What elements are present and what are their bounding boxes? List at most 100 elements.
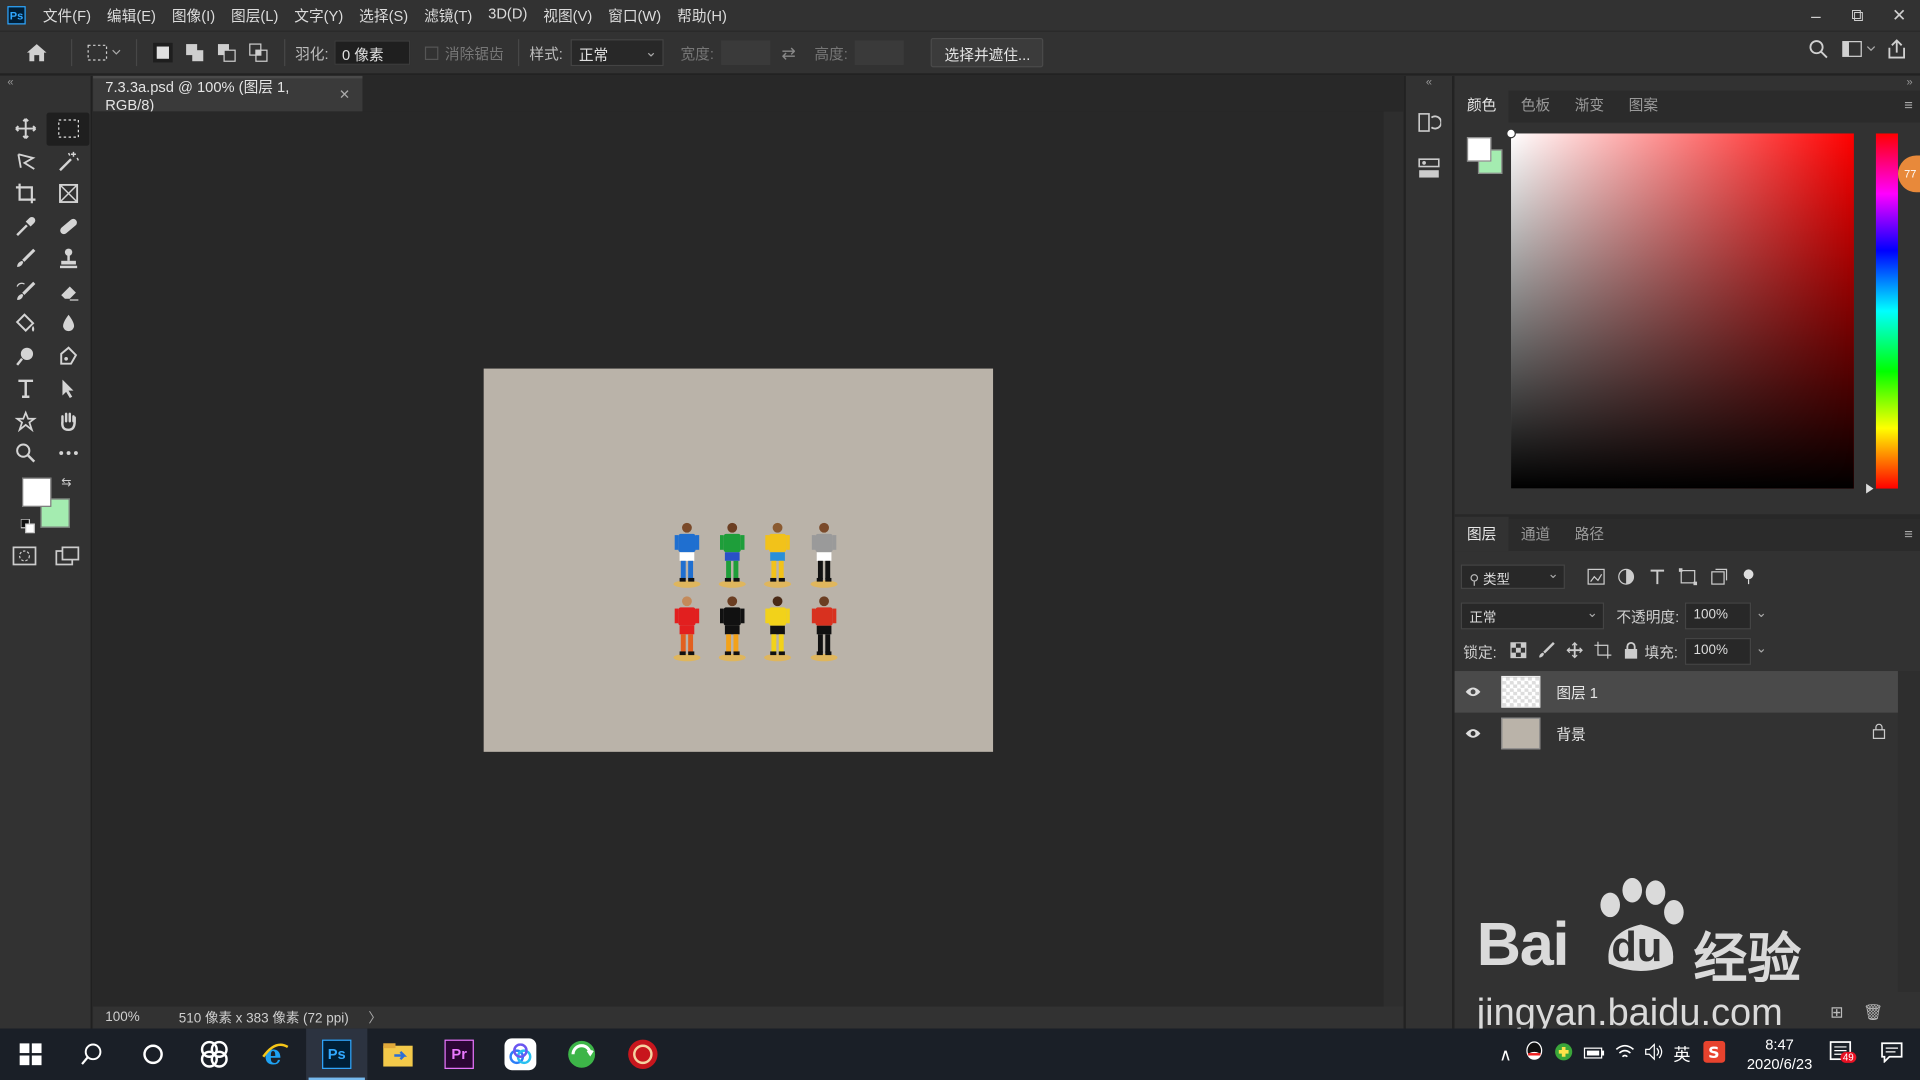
style-select[interactable]: 正常 ⌄ xyxy=(570,39,664,67)
shape-layer-filter-icon[interactable] xyxy=(1678,568,1698,586)
lock-all-icon[interactable] xyxy=(1622,641,1639,659)
eraser-tool-icon[interactable] xyxy=(47,275,90,307)
tab-channels[interactable]: 通道 xyxy=(1509,517,1563,551)
vertical-scrollbar[interactable] xyxy=(1383,111,1404,1029)
color-picker-field[interactable] xyxy=(1506,128,1854,489)
green-app-icon[interactable] xyxy=(551,1029,612,1080)
color-panel-foreground-swatch[interactable] xyxy=(1466,137,1492,162)
frame-tool-icon[interactable] xyxy=(47,178,90,210)
close-button[interactable]: ✕ xyxy=(1878,0,1920,31)
menu-image[interactable]: 图像(I) xyxy=(172,5,215,26)
cortana-icon[interactable] xyxy=(122,1029,183,1080)
quick-mask-icon[interactable] xyxy=(12,546,37,570)
visibility-eye-icon[interactable] xyxy=(1455,727,1492,739)
document-tab[interactable]: 7.3.3a.psd @ 100% (图层 1, RGB/8) ✕ xyxy=(93,75,363,114)
document-canvas[interactable] xyxy=(483,368,994,752)
lock-artboard-icon[interactable] xyxy=(1594,641,1612,659)
app-pinwheel-icon[interactable] xyxy=(184,1029,245,1080)
blur-tool-icon[interactable] xyxy=(47,307,90,339)
brush-tool-icon[interactable] xyxy=(4,242,47,274)
dodge-tool-icon[interactable] xyxy=(4,340,47,372)
close-tab-icon[interactable]: ✕ xyxy=(339,87,350,103)
menu-layer[interactable]: 图层(L) xyxy=(231,5,278,26)
layer-row[interactable]: 图层 1 xyxy=(1454,671,1898,713)
cloud-app-icon[interactable] xyxy=(490,1029,551,1080)
panel-menu-icon[interactable]: ≡ xyxy=(1904,97,1913,114)
lock-position-icon[interactable] xyxy=(1566,641,1583,659)
path-selection-tool-icon[interactable] xyxy=(47,372,90,404)
shape-tool-icon[interactable] xyxy=(4,405,47,437)
layer-name[interactable]: 背景 xyxy=(1556,723,1585,744)
clone-stamp-tool-icon[interactable] xyxy=(47,242,90,274)
tab-gradients[interactable]: 渐变 xyxy=(1562,88,1616,122)
move-tool-icon[interactable] xyxy=(4,113,47,145)
volume-icon[interactable] xyxy=(1644,1043,1664,1065)
collapse-tools-icon[interactable]: « xyxy=(0,76,91,91)
file-explorer-icon[interactable] xyxy=(367,1029,428,1080)
menu-edit[interactable]: 编辑(E) xyxy=(107,5,156,26)
share-icon[interactable] xyxy=(1881,39,1913,59)
search-icon[interactable] xyxy=(1800,39,1837,59)
action-center-icon[interactable] xyxy=(1881,1041,1903,1068)
filter-toggle-icon[interactable] xyxy=(1740,568,1758,585)
qq-icon[interactable] xyxy=(1524,1041,1544,1068)
show-hidden-icons[interactable]: ∧ xyxy=(1499,1044,1512,1065)
fill-input[interactable]: 100% ⌄ xyxy=(1684,637,1767,665)
menu-help[interactable]: 帮助(H) xyxy=(677,5,727,26)
new-selection-icon[interactable] xyxy=(153,42,173,63)
premiere-taskbar-icon[interactable]: Pr xyxy=(429,1029,490,1080)
zoom-level[interactable]: 100% xyxy=(105,1010,166,1025)
input-method-indicator[interactable]: 英 xyxy=(1673,1042,1690,1066)
menu-window[interactable]: 窗口(W) xyxy=(608,5,661,26)
menu-type[interactable]: 文字(Y) xyxy=(294,5,343,26)
feather-input[interactable]: 0 像素 xyxy=(334,40,411,65)
menu-file[interactable]: 文件(F) xyxy=(43,5,91,26)
delete-layer-icon[interactable]: 🗑 xyxy=(1863,1003,1883,1023)
screen-mode-icon[interactable] xyxy=(55,546,80,570)
subtract-from-selection-icon[interactable] xyxy=(217,43,237,63)
layer-filter-select[interactable]: ⚲ 类型 ⌄ xyxy=(1460,564,1565,589)
crop-tool-icon[interactable] xyxy=(4,178,47,210)
color-picker-cursor[interactable] xyxy=(1506,128,1516,139)
tab-layers[interactable]: 图层 xyxy=(1454,516,1509,552)
intersect-selection-icon[interactable] xyxy=(249,43,269,63)
message-app-icon[interactable]: 49 xyxy=(1829,1041,1857,1068)
tab-swatches[interactable]: 色板 xyxy=(1509,88,1563,122)
opacity-input[interactable]: 100% ⌄ xyxy=(1684,602,1767,630)
visibility-eye-icon[interactable] xyxy=(1455,686,1492,698)
menu-3d[interactable]: 3D(D) xyxy=(488,5,527,26)
battery-icon[interactable] xyxy=(1583,1044,1605,1065)
layer-row[interactable]: 背景 xyxy=(1455,713,1898,755)
hand-tool-icon[interactable] xyxy=(47,405,90,437)
photoshop-logo-icon[interactable]: Ps xyxy=(7,6,26,25)
canvas-area[interactable] xyxy=(93,111,1384,1007)
tab-paths[interactable]: 路径 xyxy=(1562,517,1616,551)
zoom-tool-icon[interactable] xyxy=(4,437,47,469)
status-expand-icon[interactable]: 〉 xyxy=(368,1008,381,1028)
add-to-selection-icon[interactable] xyxy=(185,43,205,63)
lock-icon[interactable] xyxy=(1872,723,1886,744)
chevron-down-icon[interactable]: ⌄ xyxy=(1756,605,1767,621)
type-layer-filter-icon[interactable] xyxy=(1648,568,1666,585)
new-layer-icon[interactable]: ⊞ xyxy=(1830,1003,1843,1023)
taskbar-search-icon[interactable] xyxy=(61,1029,122,1080)
expand-panels-icon[interactable]: « xyxy=(1406,76,1453,91)
type-tool-icon[interactable] xyxy=(4,372,47,404)
internet-explorer-icon[interactable]: e xyxy=(245,1029,306,1080)
menu-view[interactable]: 视图(V) xyxy=(543,5,592,26)
wifi-icon[interactable] xyxy=(1615,1043,1635,1065)
blend-mode-select[interactable]: 正常 ⌄ xyxy=(1460,602,1605,630)
security-app-icon[interactable] xyxy=(1553,1042,1573,1066)
restore-button[interactable]: ⧉ xyxy=(1837,0,1879,31)
height-input[interactable] xyxy=(855,40,905,65)
rectangular-marquee-tool-icon[interactable] xyxy=(46,112,90,146)
swap-colors-icon[interactable]: ⇆ xyxy=(61,476,71,489)
hue-slider-handle[interactable] xyxy=(1866,483,1874,494)
menu-filter[interactable]: 滤镜(T) xyxy=(424,5,472,26)
hue-slider[interactable] xyxy=(1866,133,1898,494)
adjustment-layer-filter-icon[interactable] xyxy=(1618,568,1636,585)
foreground-color-swatch[interactable] xyxy=(22,477,52,507)
marquee-preset-icon[interactable] xyxy=(82,43,126,63)
layers-scrollbar[interactable] xyxy=(1897,671,1920,992)
lock-transparent-pixels-icon[interactable] xyxy=(1510,642,1527,659)
